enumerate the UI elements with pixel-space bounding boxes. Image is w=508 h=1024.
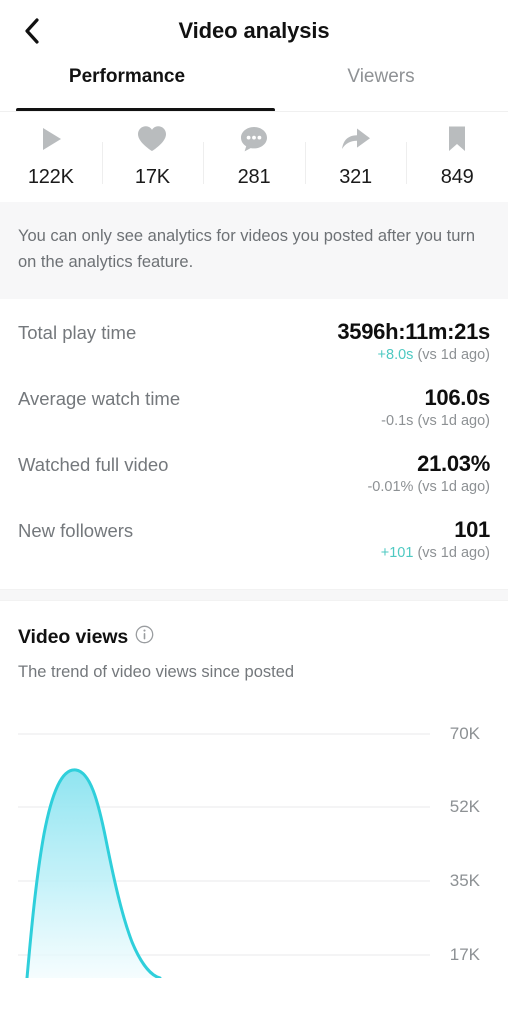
metric-delta-amount: -0.1s bbox=[381, 413, 414, 430]
bookmark-icon bbox=[445, 120, 469, 158]
metric-delta: -0.01% (vs 1d ago) bbox=[367, 479, 490, 496]
app-header: Video analysis bbox=[0, 0, 508, 62]
video-views-chart[interactable]: 70K 52K 35K 17K bbox=[18, 708, 490, 979]
stat-saves[interactable]: 849 bbox=[406, 120, 508, 202]
metric-delta-amount: +8.0s bbox=[377, 347, 414, 364]
stat-shares-value: 321 bbox=[339, 166, 372, 188]
metric-delta: -0.1s (vs 1d ago) bbox=[381, 413, 490, 430]
metric-label: New followers bbox=[18, 520, 134, 542]
tab-bar: Performance Viewers bbox=[0, 62, 508, 112]
share-icon bbox=[340, 120, 372, 158]
metric-row-watched-full-video: Watched full video 21.03% -0.01% (vs 1d … bbox=[18, 451, 490, 517]
tab-bar-baseline bbox=[0, 111, 508, 112]
stat-plays[interactable]: 122K bbox=[0, 120, 102, 202]
back-button[interactable] bbox=[10, 10, 54, 52]
chart-canvas bbox=[18, 733, 430, 979]
metric-row-new-followers: New followers 101 +101 (vs 1d ago) bbox=[18, 517, 490, 583]
engagement-stats-row: 122K 17K 281 321 849 bbox=[0, 112, 508, 202]
stat-likes-value: 17K bbox=[134, 166, 170, 188]
heart-icon bbox=[136, 120, 168, 158]
chart-area-fill bbox=[27, 770, 160, 979]
metric-label: Watched full video bbox=[18, 454, 169, 476]
metric-right: 3596h:11m:21s +8.0s (vs 1d ago) bbox=[337, 319, 490, 365]
metric-delta-comparison: (vs 1d ago) bbox=[417, 479, 490, 496]
metrics-list: Total play time 3596h:11m:21s +8.0s (vs … bbox=[0, 299, 508, 589]
metric-right: 21.03% -0.01% (vs 1d ago) bbox=[367, 451, 490, 497]
metric-row-average-watch-time: Average watch time 106.0s -0.1s (vs 1d a… bbox=[18, 385, 490, 451]
metric-value: 106.0s bbox=[424, 385, 491, 411]
metric-right: 106.0s -0.1s (vs 1d ago) bbox=[381, 385, 490, 431]
tab-performance[interactable]: Performance bbox=[0, 62, 275, 112]
tab-performance-label: Performance bbox=[68, 66, 186, 87]
tab-viewers[interactable]: Viewers bbox=[254, 62, 508, 112]
section-divider bbox=[0, 589, 508, 602]
stat-likes[interactable]: 17K bbox=[101, 120, 204, 202]
stat-shares[interactable]: 321 bbox=[304, 120, 407, 202]
metric-delta-comparison: (vs 1d ago) bbox=[417, 545, 490, 562]
chart-heading: Video views bbox=[18, 625, 490, 649]
metric-delta: +101 (vs 1d ago) bbox=[381, 545, 490, 562]
metric-delta: +8.0s (vs 1d ago) bbox=[337, 347, 490, 364]
stat-comments[interactable]: 281 bbox=[203, 120, 305, 202]
video-analysis-screen: Video analysis Performance Viewers 122K bbox=[0, 0, 508, 1024]
video-views-section: Video views The trend of video views sin… bbox=[0, 601, 508, 979]
info-circle-icon[interactable] bbox=[135, 625, 154, 649]
metric-value: 21.03% bbox=[417, 451, 490, 477]
chart-ytick-70k: 70K bbox=[449, 724, 480, 744]
tab-viewers-label: Viewers bbox=[347, 66, 415, 87]
metric-delta-comparison: (vs 1d ago) bbox=[417, 413, 490, 430]
metric-value: 3596h:11m:21s bbox=[337, 319, 490, 345]
chevron-left-icon bbox=[22, 16, 42, 46]
chart-ytick-17k: 17K bbox=[449, 945, 480, 965]
metric-delta-amount: +101 bbox=[380, 545, 414, 562]
metric-value: 101 bbox=[454, 517, 490, 543]
metric-label: Total play time bbox=[18, 322, 137, 344]
metric-delta-comparison: (vs 1d ago) bbox=[417, 347, 490, 364]
metric-delta-amount: -0.01% bbox=[367, 479, 414, 496]
metric-row-total-play-time: Total play time 3596h:11m:21s +8.0s (vs … bbox=[18, 319, 490, 385]
metric-label: Average watch time bbox=[18, 388, 181, 410]
analytics-notice-text: You can only see analytics for videos yo… bbox=[18, 227, 476, 271]
play-icon bbox=[36, 120, 66, 158]
chart-title: Video views bbox=[18, 625, 129, 648]
comment-icon bbox=[239, 120, 269, 158]
chart-ytick-35k: 35K bbox=[449, 871, 480, 891]
chart-ytick-52k: 52K bbox=[449, 797, 480, 817]
stat-saves-value: 849 bbox=[440, 166, 474, 188]
chart-subtitle: The trend of video views since posted bbox=[18, 663, 295, 682]
page-title: Video analysis bbox=[178, 18, 330, 43]
analytics-notice-banner: You can only see analytics for videos yo… bbox=[0, 202, 508, 300]
stat-plays-value: 122K bbox=[27, 166, 74, 188]
metric-right: 101 +101 (vs 1d ago) bbox=[381, 517, 491, 563]
stat-comments-value: 281 bbox=[237, 166, 271, 188]
